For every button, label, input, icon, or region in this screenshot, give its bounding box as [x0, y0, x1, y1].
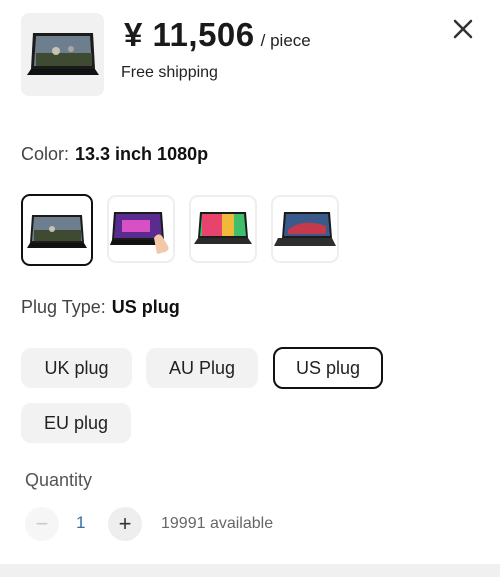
close-button[interactable] — [448, 14, 478, 44]
plug-label-row: Plug Type: US plug — [21, 297, 180, 318]
price: ¥ 11,506 / piece — [124, 16, 311, 54]
plug-option-eu[interactable]: EU plug — [21, 403, 131, 443]
touch-monitor-image — [110, 212, 169, 254]
price-amount: ¥ 11,506 — [124, 16, 255, 53]
color-label-row: Color: 13.3 inch 1080p — [21, 144, 208, 165]
quantity-increase-button[interactable]: + — [108, 507, 142, 541]
plug-option-us[interactable]: US plug — [273, 347, 383, 389]
color-selected-value: 13.3 inch 1080p — [75, 144, 209, 164]
color-option-4[interactable] — [271, 195, 339, 263]
cover-monitor-image — [274, 212, 336, 246]
plug-option-uk[interactable]: UK plug — [21, 348, 132, 388]
colorful-monitor-image — [194, 212, 252, 244]
plug-selected-value: US plug — [111, 297, 180, 317]
price-unit: / piece — [260, 31, 311, 50]
plug-option-au[interactable]: AU Plug — [146, 348, 258, 388]
available-count: 19991 available — [161, 515, 274, 532]
shipping-info: Free shipping — [121, 64, 218, 81]
monitor-image — [27, 215, 87, 248]
sku-selector-sheet: ¥ 11,506 / piece Free shipping Color: 13.… — [0, 0, 500, 564]
plug-label: Plug Type: — [21, 297, 106, 317]
color-option-1[interactable] — [21, 194, 93, 266]
color-label: Color: — [21, 144, 70, 164]
color-swatches — [21, 194, 339, 266]
minus-icon: − — [35, 511, 49, 536]
quantity-value[interactable]: 1 — [76, 513, 85, 533]
close-icon — [453, 19, 473, 39]
color-option-2[interactable] — [107, 195, 175, 263]
quantity-label: Quantity — [25, 470, 93, 490]
product-thumbnail — [21, 13, 104, 96]
color-option-3[interactable] — [189, 195, 257, 263]
plus-icon: + — [118, 511, 132, 536]
quantity-decrease-button[interactable]: − — [25, 507, 59, 541]
